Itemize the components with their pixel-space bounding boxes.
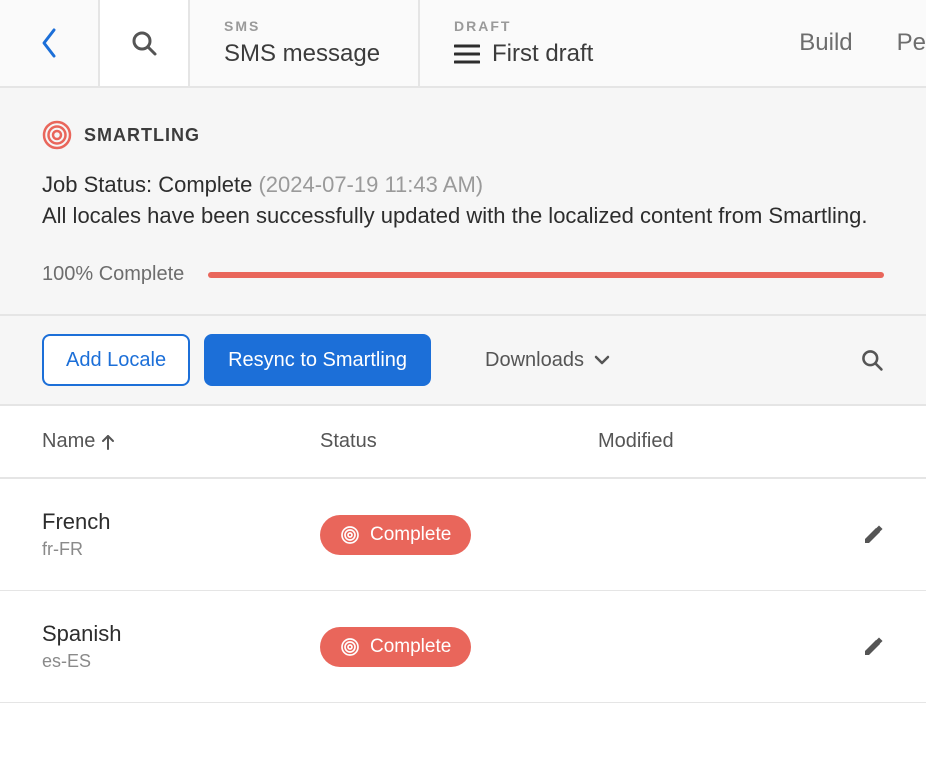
search-icon: [860, 348, 884, 372]
downloads-label: Downloads: [485, 349, 584, 372]
back-button[interactable]: [0, 0, 100, 86]
resync-button[interactable]: Resync to Smartling: [204, 334, 431, 386]
brand-row: SMARTLING: [42, 120, 884, 150]
pencil-icon: [862, 636, 884, 658]
table-search-button[interactable]: [860, 348, 884, 372]
table-row: Spanish es-ES Complete: [0, 591, 926, 703]
downloads-dropdown[interactable]: Downloads: [485, 349, 610, 372]
locale-code: es-ES: [42, 651, 320, 672]
column-header-name-label: Name: [42, 430, 95, 453]
job-status-label: Job Status:: [42, 172, 152, 197]
job-status-description: All locales have been successfully updat…: [42, 203, 884, 229]
draft-breadcrumb[interactable]: DRAFT First draft: [420, 0, 700, 86]
column-header-status[interactable]: Status: [320, 430, 598, 453]
table-header: Name Status Modified: [0, 406, 926, 479]
draft-title: First draft: [492, 40, 593, 68]
progress-row: 100% Complete: [42, 263, 884, 286]
draft-eyebrow: DRAFT: [454, 18, 700, 34]
brand-name: SMARTLING: [84, 125, 200, 146]
chevron-left-icon: [39, 26, 59, 60]
sms-breadcrumb[interactable]: SMS SMS message: [190, 0, 420, 86]
locale-code: fr-FR: [42, 539, 320, 560]
chevron-down-icon: [594, 355, 610, 365]
progress-bar: [208, 272, 884, 278]
smartling-logo-icon: [42, 120, 72, 150]
progress-label: 100% Complete: [42, 263, 184, 286]
action-bar: Add Locale Resync to Smartling Downloads: [0, 314, 926, 406]
job-status-line: Job Status: Complete (2024-07-19 11:43 A…: [42, 168, 884, 201]
status-panel: SMARTLING Job Status: Complete (2024-07-…: [0, 88, 926, 314]
menu-icon: [454, 44, 480, 64]
status-badge-label: Complete: [370, 636, 451, 658]
edit-row-button[interactable]: [844, 636, 884, 658]
smartling-logo-icon: [340, 637, 360, 657]
pencil-icon: [862, 524, 884, 546]
sms-eyebrow: SMS: [224, 18, 418, 34]
column-header-modified[interactable]: Modified: [598, 430, 884, 453]
job-status-value: Complete: [158, 172, 252, 197]
header-search-button[interactable]: [100, 0, 190, 86]
header-tabs: Build Pe: [700, 0, 926, 86]
search-icon: [130, 29, 158, 57]
smartling-logo-icon: [340, 525, 360, 545]
edit-row-button[interactable]: [844, 524, 884, 546]
job-status-timestamp: (2024-07-19 11:43 AM): [258, 172, 483, 197]
column-header-name[interactable]: Name: [42, 430, 320, 453]
status-badge: Complete: [320, 627, 471, 667]
top-bar: SMS SMS message DRAFT First draft Build …: [0, 0, 926, 88]
locale-language: Spanish: [42, 621, 320, 647]
tab-build[interactable]: Build: [799, 29, 852, 57]
table-row: French fr-FR Complete: [0, 479, 926, 591]
tab-personalize[interactable]: Pe: [897, 29, 926, 57]
add-locale-button[interactable]: Add Locale: [42, 334, 190, 386]
sort-asc-icon: [101, 434, 115, 450]
status-badge-label: Complete: [370, 524, 451, 546]
locale-language: French: [42, 509, 320, 535]
sms-title: SMS message: [224, 40, 418, 68]
status-badge: Complete: [320, 515, 471, 555]
